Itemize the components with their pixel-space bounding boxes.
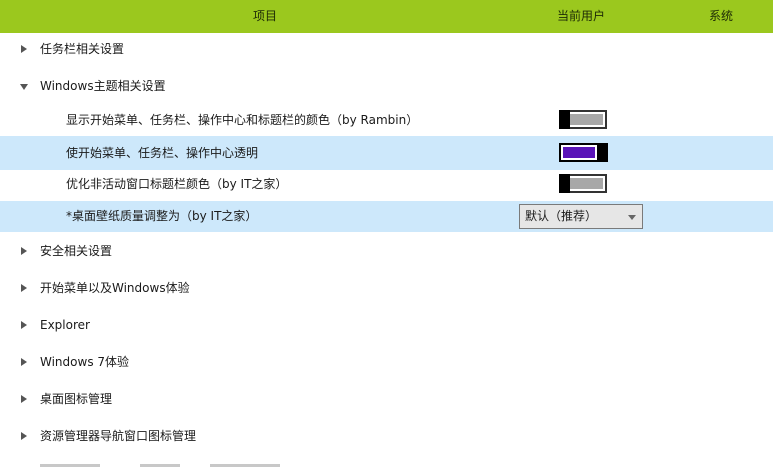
column-header-current-user[interactable]: 当前用户 [530,0,632,33]
setting-label: 优化非活动窗口标题栏颜色（by IT之家） [66,177,288,191]
group-row-windows-theme[interactable]: Windows主题相关设置 [0,69,773,103]
expand-arrow-icon[interactable] [21,321,27,329]
setting-label: 显示开始菜单、任务栏、操作中心和标题栏的颜色（by Rambin） [66,113,419,127]
group-label: Windows 7体验 [40,355,130,369]
cut-off-next-row [0,460,773,471]
group-row-nav-icons[interactable]: 资源管理器导航窗口图标管理 [0,419,773,453]
expand-arrow-icon[interactable] [21,247,27,255]
setting-row-transparent[interactable]: 使开始菜单、任务栏、操作中心透明 [0,136,773,170]
setting-label: 使开始菜单、任务栏、操作中心透明 [66,146,259,160]
expand-arrow-icon[interactable] [21,395,27,403]
setting-row-wallpaper-quality[interactable]: *桌面壁纸质量调整为（by IT之家） 默认（推荐） [0,201,773,232]
group-row-win7[interactable]: Windows 7体验 [0,345,773,379]
setting-row-show-color[interactable]: 显示开始菜单、任务栏、操作中心和标题栏的颜色（by Rambin） [0,103,773,137]
group-label: 任务栏相关设置 [40,42,125,56]
setting-row-inactive-title[interactable]: 优化非活动窗口标题栏颜色（by IT之家） [0,167,773,201]
column-header-item[interactable]: 项目 [0,0,530,33]
toggle-knob[interactable] [597,143,608,162]
group-label: 安全相关设置 [40,244,113,258]
toggle-switch[interactable] [559,110,607,129]
chevron-down-icon [628,215,636,220]
group-row-security[interactable]: 安全相关设置 [0,234,773,268]
group-row-start-menu[interactable]: 开始菜单以及Windows体验 [0,271,773,305]
toggle-knob[interactable] [559,110,570,129]
table-header: 项目 当前用户 系统 [0,0,773,33]
collapse-arrow-icon[interactable] [20,84,28,90]
group-row-explorer[interactable]: Explorer [0,308,773,342]
group-label: 桌面图标管理 [40,392,113,406]
toggle-track [563,147,595,158]
expand-arrow-icon[interactable] [21,284,27,292]
group-label: Windows主题相关设置 [40,79,166,93]
column-header-system[interactable]: 系统 [672,0,770,33]
toggle-knob[interactable] [559,174,570,193]
group-label: 开始菜单以及Windows体验 [40,281,190,295]
dropdown-value: 默认（推荐） [525,209,598,223]
expand-arrow-icon[interactable] [21,358,27,366]
group-row-taskbar[interactable]: 任务栏相关设置 [0,32,773,66]
group-row-desktop-icons[interactable]: 桌面图标管理 [0,382,773,416]
group-label: 资源管理器导航窗口图标管理 [40,429,197,443]
wallpaper-quality-dropdown[interactable]: 默认（推荐） [519,204,643,229]
toggle-switch[interactable] [559,174,607,193]
group-label: Explorer [40,318,90,332]
expand-arrow-icon[interactable] [21,432,27,440]
expand-arrow-icon[interactable] [21,45,27,53]
setting-label: *桌面壁纸质量调整为（by IT之家） [66,209,258,223]
toggle-switch[interactable] [559,143,608,162]
